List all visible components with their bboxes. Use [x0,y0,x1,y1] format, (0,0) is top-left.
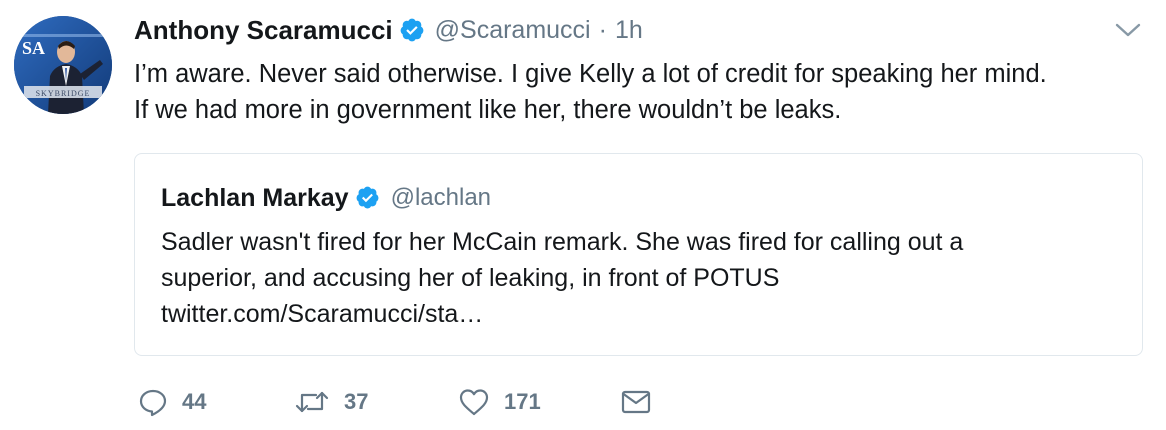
chevron-down-icon[interactable] [1114,20,1142,40]
author-display-name[interactable]: Anthony Scaramucci [134,15,393,46]
avatar-image: SA SKYBRIDGE [14,16,112,114]
like-button[interactable]: 171 [458,380,541,424]
retweet-icon [294,387,330,417]
tweet-text-line: If we had more in government like her, t… [134,96,842,124]
quoted-tweet-text: Sadler wasn't fired for her McCain remar… [161,224,1121,332]
author-handle[interactable]: @Scaramucci [435,16,591,45]
reply-button[interactable]: 44 [138,380,206,424]
quoted-author-display-name: Lachlan Markay [161,183,349,212]
quoted-tweet-header: Lachlan Markay @lachlan [161,178,491,218]
reply-icon [138,387,168,417]
quoted-tweet[interactable]: Lachlan Markay @lachlan Sadler wasn't fi… [134,153,1143,356]
heart-icon [458,387,490,417]
quoted-text-line: superior, and accusing her of leaking, i… [161,264,780,292]
verified-badge-icon [399,17,425,43]
tweet-actions: 44 37 171 [134,380,1134,424]
reply-count: 44 [182,389,207,414]
tweet-text-line: I’m aware. Never said otherwise. I give … [134,60,1047,88]
quoted-text-line: Sadler wasn't fired for her McCain remar… [161,228,964,256]
envelope-icon [620,387,652,417]
verified-badge-icon [355,185,381,211]
avatar-corner-text: SA [22,38,45,58]
quoted-author-handle: @lachlan [390,184,492,211]
header-separator: · [598,15,607,44]
author-avatar[interactable]: SA SKYBRIDGE [14,16,112,114]
retweet-count: 37 [344,389,369,414]
avatar-banner-text: SKYBRIDGE [36,89,91,98]
tweet-text: I’m aware. Never said otherwise. I give … [134,56,1144,128]
tweet-timestamp[interactable]: 1h [615,16,643,45]
direct-message-button[interactable] [620,380,652,424]
quoted-text-line: twitter.com/Scaramucci/sta… [161,300,484,328]
retweet-button[interactable]: 37 [294,380,368,424]
tweet-header: Anthony Scaramucci @Scaramucci · 1h [134,12,643,48]
like-count: 171 [504,389,541,414]
tweet-card[interactable]: SA SKYBRIDGE Anthony Scaramucci @Scaramu… [0,0,1166,430]
